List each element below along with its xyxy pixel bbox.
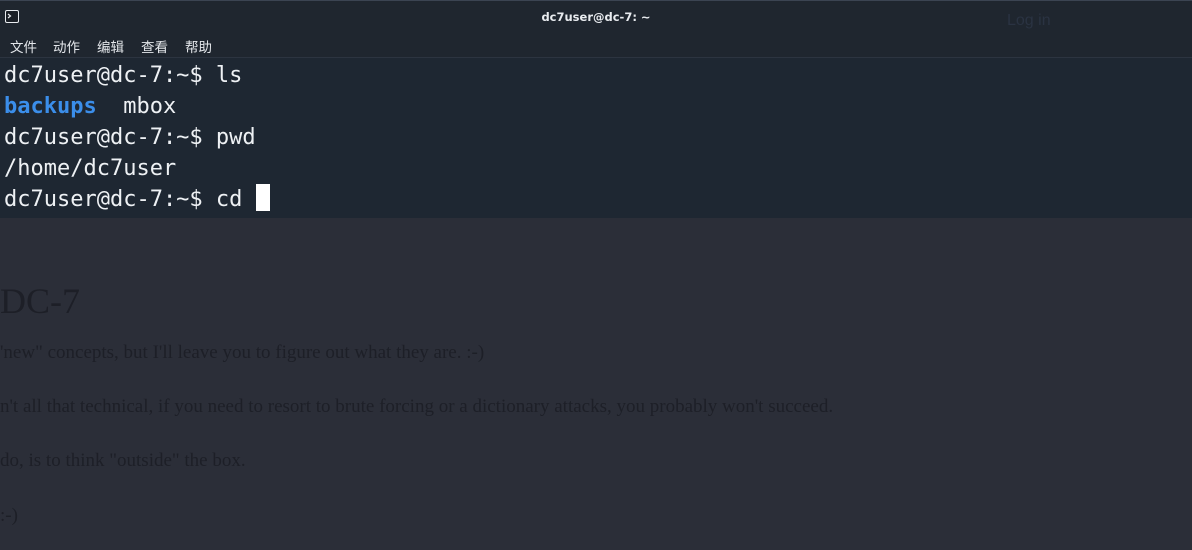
directory-entry: backups <box>4 94 97 119</box>
page-text-line: :-) <box>0 505 18 526</box>
menu-action[interactable]: 动作 <box>53 36 80 56</box>
terminal-line: /home/dc7user <box>4 153 270 184</box>
login-link[interactable]: Log in <box>1007 12 1051 30</box>
page-text-line: 'new" concepts, but I'll leave you to fi… <box>0 342 485 363</box>
terminal-line: dc7user@dc-7:~$ cd <box>4 184 270 215</box>
terminal-line: dc7user@dc-7:~$ ls <box>4 60 270 91</box>
entry-separator <box>97 94 124 119</box>
desktop-screen: Log in DC-7 'new" concepts, but I'll lea… <box>0 0 1192 550</box>
shell-command: pwd <box>215 125 256 150</box>
command-output: /home/dc7user <box>4 156 177 181</box>
terminal-line: backups mbox <box>4 91 270 122</box>
menu-view[interactable]: 查看 <box>141 36 168 56</box>
shell-prompt: dc7user@dc-7:~$ <box>4 63 216 88</box>
shell-prompt: dc7user@dc-7:~$ <box>4 187 216 212</box>
shell-command-input[interactable]: cd <box>216 187 256 212</box>
menu-file[interactable]: 文件 <box>10 36 37 56</box>
text-cursor <box>255 184 270 211</box>
menu-help[interactable]: 帮助 <box>185 36 212 56</box>
terminal-window[interactable]: dc7user@dc-7: ~ 文件 动作 编辑 查看 帮助 dc7user@d… <box>0 0 1192 218</box>
page-text-line: do, is to think "outside" the box. <box>0 450 246 471</box>
page-heading: DC-7 <box>0 281 80 321</box>
page-text-line: n't all that technical, if you need to r… <box>0 396 834 417</box>
terminal-line: dc7user@dc-7:~$ pwd <box>4 122 270 153</box>
shell-prompt: dc7user@dc-7:~$ <box>4 125 216 150</box>
menu-edit[interactable]: 编辑 <box>97 36 124 56</box>
terminal-output[interactable]: dc7user@dc-7:~$ ls backups mbox dc7user@dc… <box>4 60 270 215</box>
shell-command: ls <box>215 63 243 88</box>
menu-bar: 文件 动作 编辑 查看 帮助 <box>0 32 1192 58</box>
file-entry: mbox <box>123 94 177 119</box>
